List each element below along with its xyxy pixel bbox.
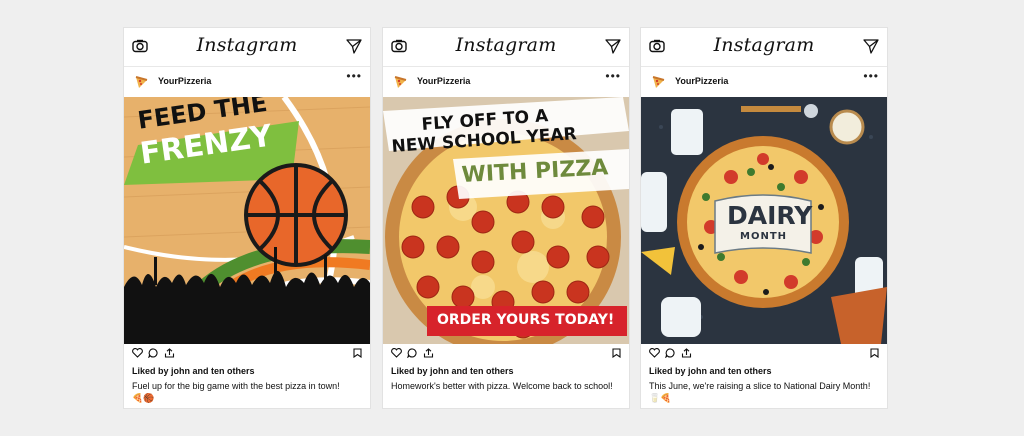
post-header: YourPizzeria ••• xyxy=(383,67,629,97)
heart-icon[interactable] xyxy=(391,348,402,358)
share-icon[interactable] xyxy=(423,348,434,358)
comment-icon[interactable] xyxy=(148,348,159,358)
likes-count[interactable]: Liked by john and ten others xyxy=(649,366,772,376)
send-icon[interactable] xyxy=(863,39,879,54)
caption-text: Fuel up for the big game with the best p… xyxy=(132,381,340,391)
share-icon[interactable] xyxy=(164,348,175,358)
post-image[interactable]: FLY OFF TO A NEW SCHOOL YEAR WITH PIZZA … xyxy=(383,97,629,344)
bookmark-icon[interactable] xyxy=(870,348,879,358)
username[interactable]: YourPizzeria xyxy=(675,76,728,86)
more-options-icon[interactable]: ••• xyxy=(863,69,879,83)
comment-icon[interactable] xyxy=(407,348,418,358)
caption-emoji: 🥛🍕 xyxy=(649,393,672,403)
more-options-icon[interactable]: ••• xyxy=(346,69,362,83)
pizza-avatar-icon[interactable] xyxy=(651,75,665,89)
post-header: YourPizzeria ••• xyxy=(124,67,370,97)
send-icon[interactable] xyxy=(346,39,362,54)
share-icon[interactable] xyxy=(681,348,692,358)
post-caption: Homework's better with pizza. Welcome ba… xyxy=(391,380,621,392)
post-caption: This June, we're raising a slice to Nati… xyxy=(649,380,879,404)
caption-emoji: 🍕🏀 xyxy=(132,393,155,403)
more-options-icon[interactable]: ••• xyxy=(605,69,621,83)
post-topbar: Instagram xyxy=(641,28,887,67)
post-caption: Fuel up for the big game with the best p… xyxy=(132,380,362,404)
caption-text: This June, we're raising a slice to Nati… xyxy=(649,381,871,391)
post-topbar: Instagram xyxy=(124,28,370,67)
action-bar xyxy=(124,344,370,364)
bookmark-icon[interactable] xyxy=(612,348,621,358)
pizza-avatar-icon[interactable] xyxy=(134,75,148,89)
likes-count[interactable]: Liked by john and ten others xyxy=(132,366,255,376)
app-brand: Instagram xyxy=(196,34,298,56)
post-header: YourPizzeria ••• xyxy=(641,67,887,97)
likes-count[interactable]: Liked by john and ten others xyxy=(391,366,514,376)
app-brand: Instagram xyxy=(713,34,815,56)
post-image[interactable]: DAIRY MONTH xyxy=(641,97,887,344)
username[interactable]: YourPizzeria xyxy=(158,76,211,86)
headline-line-1: DAIRY xyxy=(727,201,813,230)
post-topbar: Instagram xyxy=(383,28,629,67)
heart-icon[interactable] xyxy=(132,348,143,358)
action-bar xyxy=(641,344,887,364)
post-card-2: Instagram YourPizzeria ••• FLY OFF TO A … xyxy=(383,28,629,408)
comment-icon[interactable] xyxy=(665,348,676,358)
username[interactable]: YourPizzeria xyxy=(417,76,470,86)
order-cta-button[interactable]: ORDER YOURS TODAY! xyxy=(437,312,614,328)
send-icon[interactable] xyxy=(605,39,621,54)
bookmark-icon[interactable] xyxy=(353,348,362,358)
heart-icon[interactable] xyxy=(649,348,660,358)
post-card-3: Instagram YourPizzeria ••• DAIRY MONTH L… xyxy=(641,28,887,408)
pizza-avatar-icon[interactable] xyxy=(393,75,407,89)
headline-line-2: MONTH xyxy=(740,231,788,242)
caption-text: Homework's better with pizza. Welcome ba… xyxy=(391,381,613,391)
action-bar xyxy=(383,344,629,364)
post-card-1: Instagram YourPizzeria ••• FEED THE FREN… xyxy=(124,28,370,408)
post-image[interactable]: FEED THE FRENZY xyxy=(124,97,370,344)
app-brand: Instagram xyxy=(455,34,557,56)
